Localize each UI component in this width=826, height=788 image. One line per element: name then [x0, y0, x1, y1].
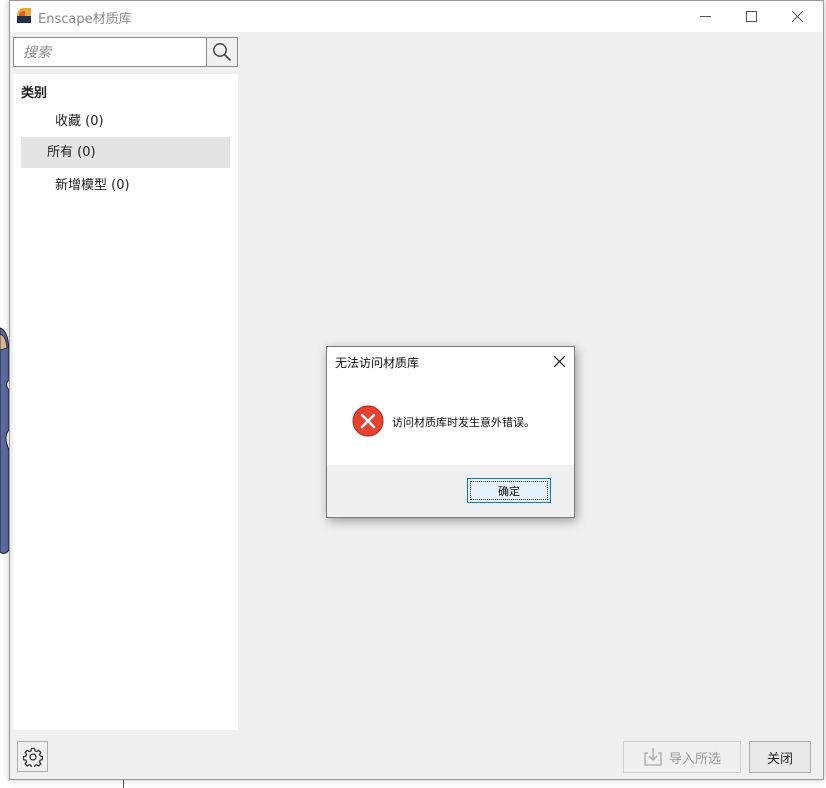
category-item-favorites[interactable]: 收藏 (0) [21, 106, 230, 137]
search-icon [213, 43, 232, 62]
import-icon [644, 748, 662, 766]
dialog-footer: 确定 [327, 465, 574, 517]
category-item-all[interactable]: 所有 (0) [21, 137, 230, 168]
category-item-label: 所有 (0) [47, 145, 96, 160]
category-heading: 类别 [21, 86, 48, 101]
background-app-fragment-line [123, 780, 124, 788]
close-button[interactable]: 关闭 [749, 741, 811, 773]
category-item-new-models[interactable]: 新增模型 (0) [21, 170, 230, 201]
window-close-button[interactable] [774, 1, 820, 32]
maximize-button[interactable] [728, 1, 774, 32]
category-sidebar: 类别 收藏 (0) 所有 (0) 新增模型 (0) [13, 74, 238, 730]
import-selected-label: 导入所选 [668, 751, 721, 767]
error-icon [352, 405, 384, 437]
import-selected-button[interactable]: 导入所选 [623, 741, 741, 773]
close-icon [553, 355, 565, 367]
ok-button-label: 确定 [498, 484, 520, 498]
close-icon [791, 11, 803, 22]
gear-icon [22, 747, 43, 767]
category-item-label: 新增模型 (0) [55, 178, 130, 193]
minimize-icon [699, 16, 711, 17]
window-title: Enscape材质库 [38, 12, 132, 27]
search-button[interactable] [206, 37, 238, 67]
close-button-label: 关闭 [766, 751, 793, 767]
error-dialog: 无法访问材质库 访问材质库时发生意外错误。 确定 [326, 346, 575, 518]
dialog-message: 访问材质库时发生意外错误。 [392, 416, 535, 429]
search-box [13, 37, 207, 67]
minimize-button[interactable] [682, 1, 728, 32]
title-bar[interactable]: Enscape材质库 [10, 1, 823, 32]
dialog-title: 无法访问材质库 [335, 356, 420, 370]
maximize-icon [745, 11, 757, 22]
ok-button[interactable]: 确定 [467, 478, 551, 503]
enscape-logo-icon [17, 8, 31, 23]
search-input[interactable] [21, 39, 205, 67]
category-item-label: 收藏 (0) [55, 114, 104, 129]
dialog-close-button[interactable] [548, 350, 570, 372]
settings-button[interactable] [17, 741, 48, 772]
